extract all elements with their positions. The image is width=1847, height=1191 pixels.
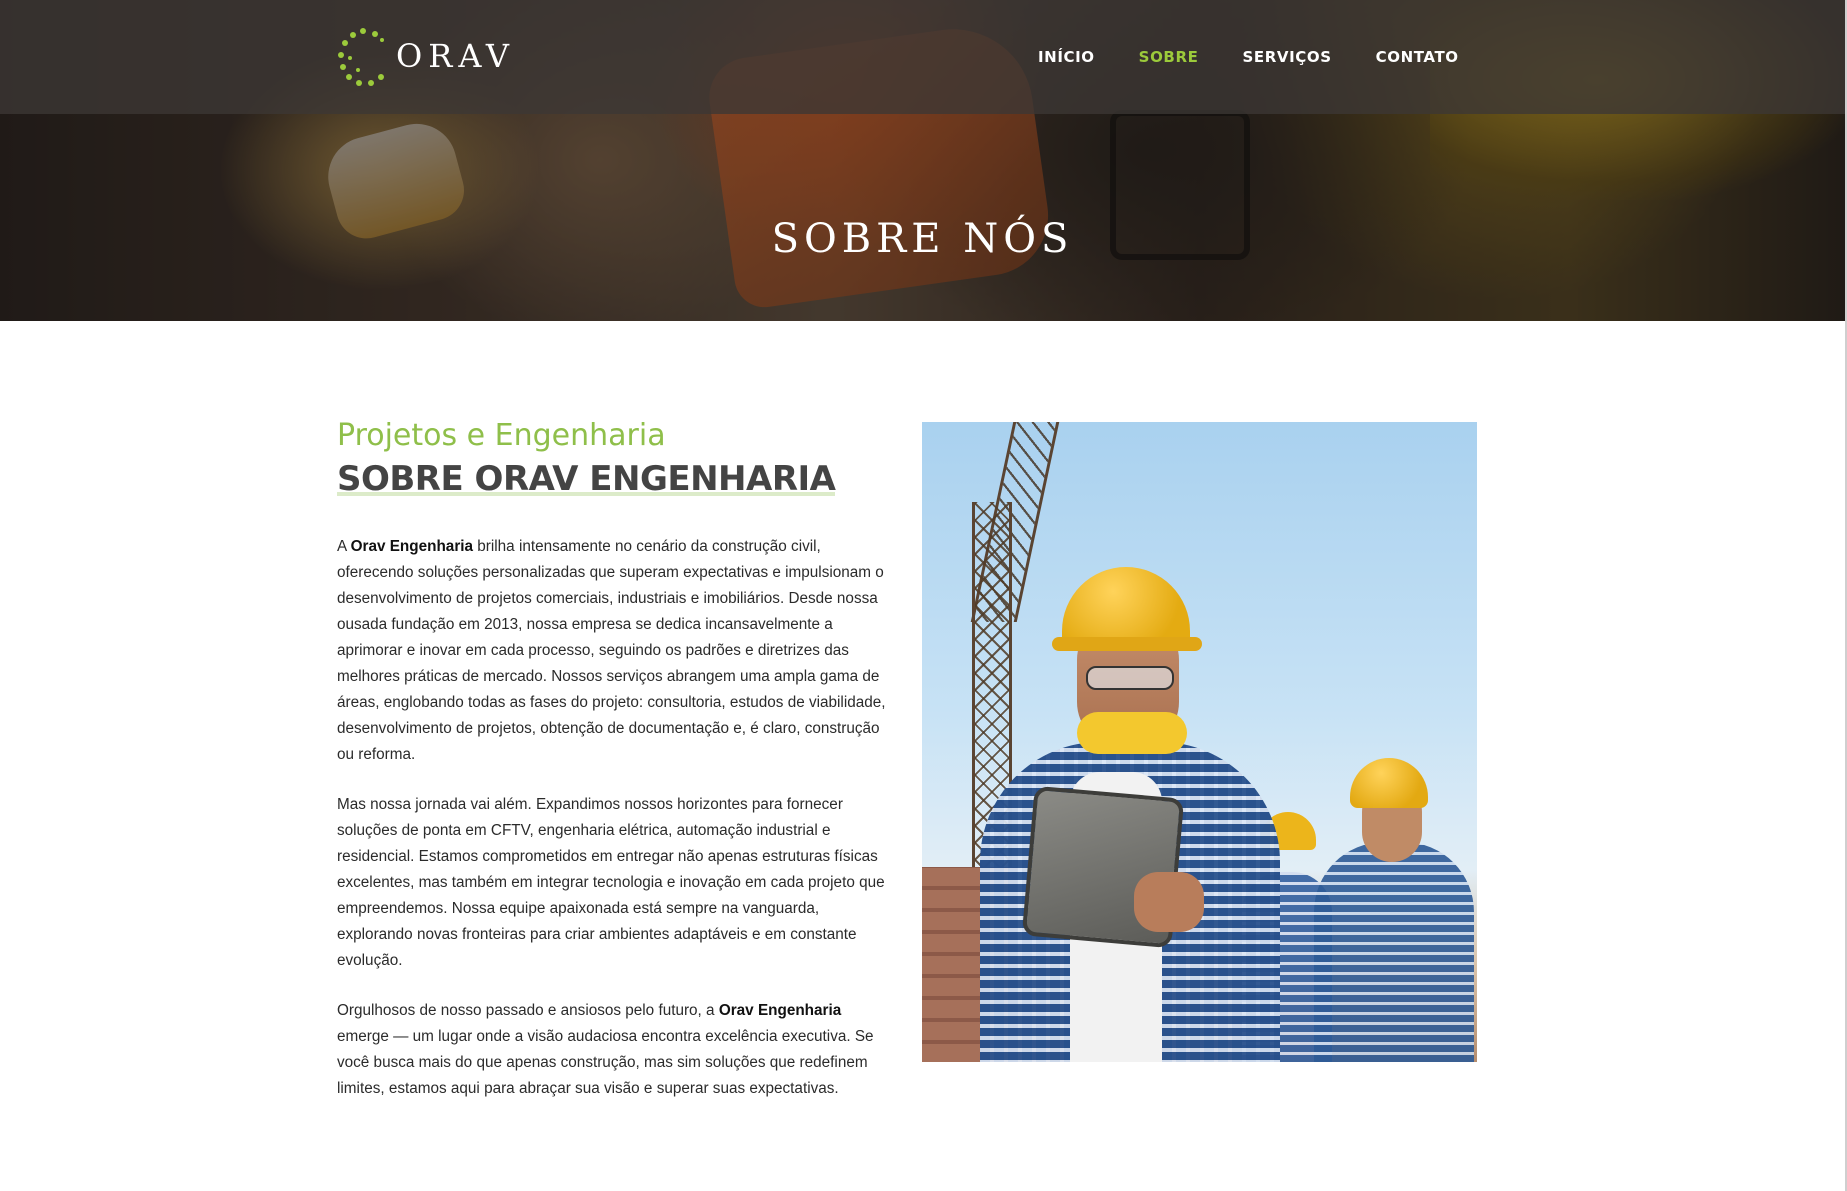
- logo-text: ORAV: [396, 37, 515, 75]
- page-title: SOBRE NÓS: [771, 216, 1074, 262]
- paragraph-text: Orgulhosos de nosso passado e ansiosos p…: [337, 1002, 719, 1019]
- paragraph-text: emerge — um lugar onde a visão audaciosa…: [337, 1028, 874, 1097]
- nav-item-contato[interactable]: CONTATO: [1376, 48, 1459, 66]
- hard-hat-brim: [1052, 637, 1202, 651]
- about-paragraph-3: Orgulhosos de nosso passado e ansiosos p…: [337, 998, 893, 1102]
- nav-item-inicio[interactable]: INÍCIO: [1038, 48, 1095, 66]
- hand: [1134, 872, 1204, 932]
- hero-banner: ORAV INÍCIO SOBRE SERVIÇOS CONTATO SOBRE…: [0, 0, 1845, 321]
- safety-glasses: [1086, 666, 1174, 690]
- about-paragraph-1: A Orav Engenharia brilha intensamente no…: [337, 534, 893, 768]
- about-paragraph-2: Mas nossa jornada vai além. Expandimos n…: [337, 796, 885, 969]
- navbar: ORAV INÍCIO SOBRE SERVIÇOS CONTATO: [0, 0, 1845, 114]
- main-nav: INÍCIO SOBRE SERVIÇOS CONTATO: [1038, 48, 1503, 66]
- company-name: Orav Engenharia: [350, 538, 474, 555]
- worker-2-helmet: [1350, 758, 1428, 808]
- worker-2: [1314, 842, 1474, 1062]
- paragraph-text: brilha intensamente no cenário da constr…: [337, 538, 886, 763]
- section-subtitle: Projetos e Engenharia: [337, 418, 666, 453]
- paragraph-text: A: [337, 538, 351, 555]
- section-title: SOBRE ORAV ENGENHARIA: [337, 459, 836, 499]
- company-name: Orav Engenharia: [718, 1002, 842, 1019]
- ear-protector: [1077, 712, 1187, 754]
- engineer-photo: [922, 422, 1477, 1062]
- logo-dots-icon: [336, 26, 392, 86]
- nav-item-servicos[interactable]: SERVIÇOS: [1242, 48, 1331, 66]
- nav-item-sobre[interactable]: SOBRE: [1139, 48, 1199, 66]
- logo[interactable]: ORAV: [336, 26, 515, 86]
- about-section: Projetos e Engenharia SOBRE ORAV ENGENHA…: [337, 418, 893, 1102]
